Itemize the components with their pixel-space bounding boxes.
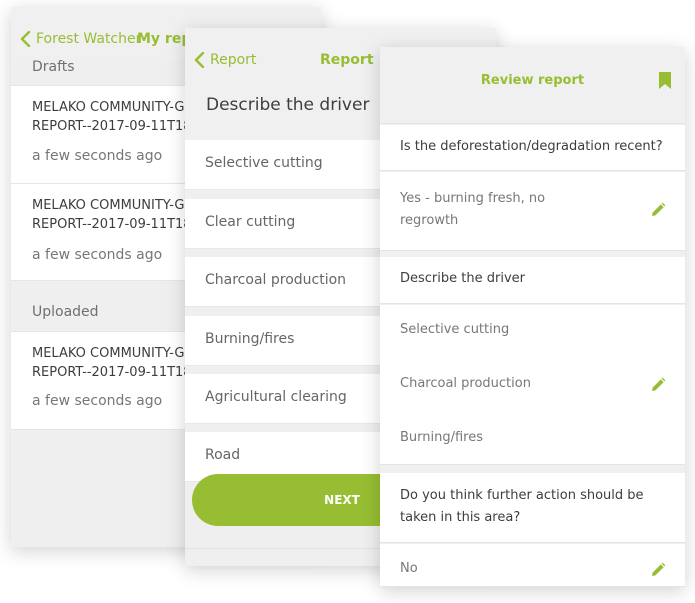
review-answer-panel: Yes - burning fresh, no regrowth xyxy=(380,172,685,251)
answer-text: Selective cutting xyxy=(400,322,510,337)
report-time: a few seconds ago xyxy=(32,247,163,263)
page-title: Report xyxy=(320,52,374,68)
review-answer-panel: Selective cutting Charcoal production Bu… xyxy=(380,305,685,465)
uploaded-section-label: Uploaded xyxy=(32,304,99,320)
answer-text: Yes - burning fresh, no regrowth xyxy=(400,191,546,228)
pencil-icon[interactable] xyxy=(650,202,666,218)
review-answer-panel: No xyxy=(380,544,685,587)
back-label: Forest Watcher xyxy=(36,31,142,47)
drafts-section-label: Drafts xyxy=(32,59,75,75)
bookmark-icon[interactable] xyxy=(658,72,672,89)
question-text: Describe the driver xyxy=(400,271,525,286)
report-name: MELAKO COMMUNITY-GLUE REPORT--2017-09-11… xyxy=(32,198,192,232)
back-button[interactable]: Report xyxy=(194,52,256,68)
back-label: Report xyxy=(210,52,257,68)
back-button[interactable]: Forest Watcher xyxy=(20,31,141,47)
option-label: Charcoal production xyxy=(205,272,347,288)
question-text: Describe the driver xyxy=(206,95,370,115)
chevron-left-icon xyxy=(20,31,31,47)
page-title: Review report xyxy=(480,73,585,88)
answer-text: No xyxy=(400,561,418,576)
option-label: Selective cutting xyxy=(205,155,323,171)
report-time: a few seconds ago xyxy=(32,393,163,409)
option-label: Burning/fires xyxy=(205,331,295,347)
review-header: Review report xyxy=(380,47,685,124)
answer-text: Charcoal production xyxy=(400,376,531,391)
pencil-icon[interactable] xyxy=(650,377,666,393)
option-label: Road xyxy=(205,447,241,463)
review-question-panel: Is the deforestation/degradation recent? xyxy=(380,125,685,171)
review-question-panel: Describe the driver xyxy=(380,257,685,304)
option-label: Agricultural clearing xyxy=(205,389,347,405)
report-name: MELAKO COMMUNITY-GLUE REPORT--2017-09-11… xyxy=(32,346,192,380)
option-label: Clear cutting xyxy=(205,214,296,230)
review-report-screen: Review report Is the deforestation/degra… xyxy=(380,47,685,587)
review-question-panel: Do you think further action should be ta… xyxy=(380,473,685,543)
answer-text: Burning/fires xyxy=(400,430,484,445)
question-text: Do you think further action should be ta… xyxy=(400,488,644,525)
pencil-icon[interactable] xyxy=(650,562,666,578)
report-name: MELAKO COMMUNITY-GLUE REPORT--2017-09-11… xyxy=(32,100,192,134)
chevron-left-icon xyxy=(194,52,205,68)
question-text: Is the deforestation/degradation recent? xyxy=(400,139,663,154)
report-time: a few seconds ago xyxy=(32,148,163,164)
